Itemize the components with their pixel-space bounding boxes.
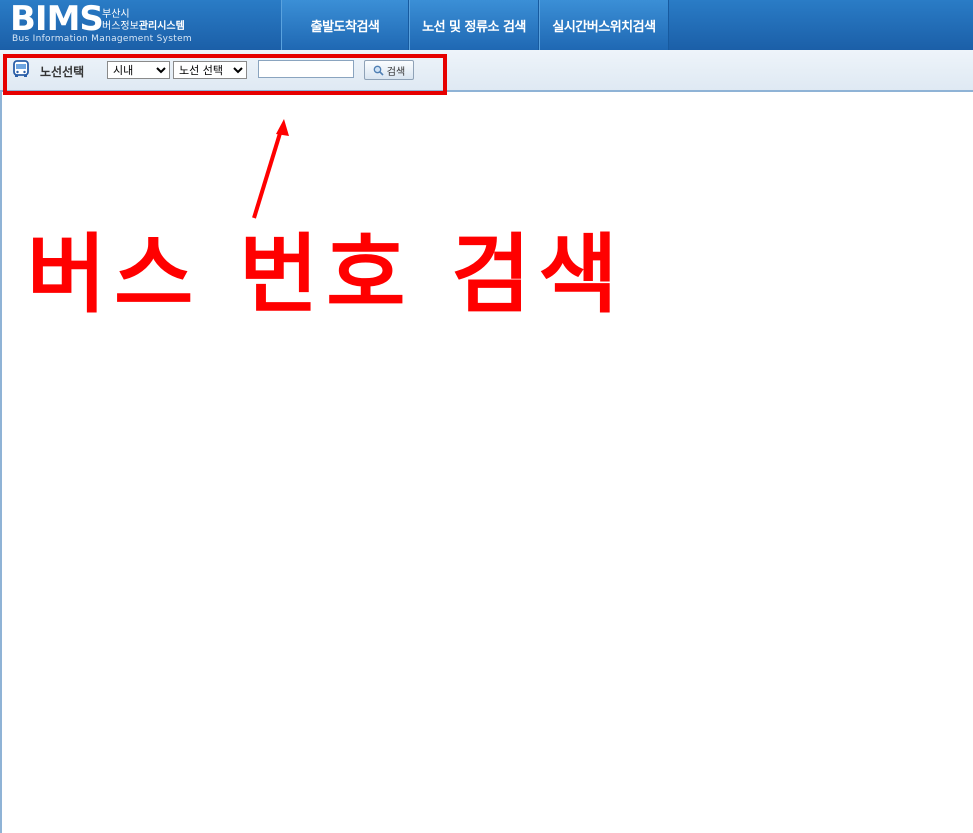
annotation-text: 버스 번호 검색 bbox=[27, 225, 626, 325]
annotation-arrow bbox=[252, 119, 289, 219]
